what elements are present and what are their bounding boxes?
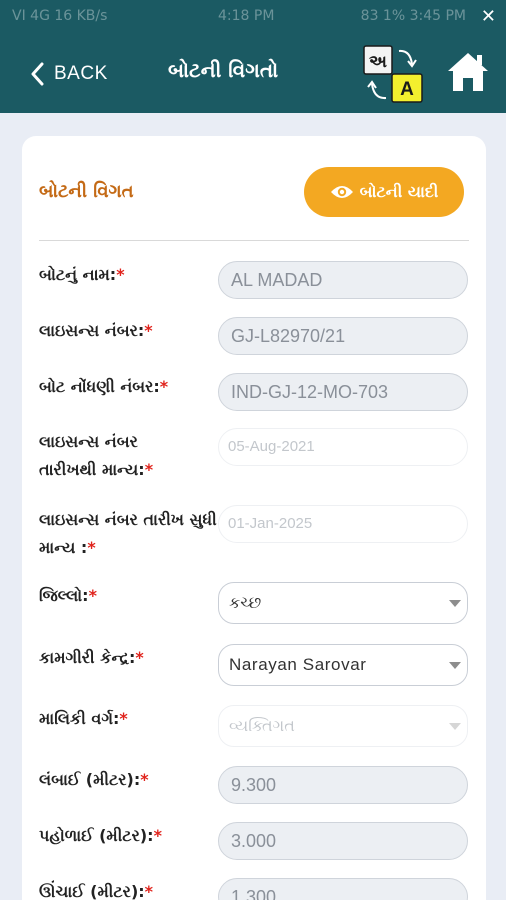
length-field[interactable]: 9.300	[218, 766, 468, 804]
page-title: બોટની વિગતો	[168, 58, 279, 82]
dropdown-caret-icon	[449, 600, 461, 607]
reg-no-label: બોટ નોંધણી નંબર:*	[39, 377, 169, 396]
dropdown-caret-icon	[449, 723, 461, 730]
width-field[interactable]: 3.000	[218, 822, 468, 860]
chevron-left-icon	[31, 62, 44, 86]
height-label: ઊંચાઈ (મીટર):*	[39, 882, 154, 900]
work-center-value: Narayan Sarovar	[229, 655, 367, 674]
work-center-label: કામગીરી કેન્દ્ર:*	[39, 648, 144, 667]
translate-glyph-gu: અ	[369, 52, 387, 72]
home-icon	[448, 53, 488, 91]
eye-icon	[330, 186, 353, 198]
boat-list-label: બોટની યાદી	[359, 182, 439, 201]
boat-details-card: બોટની વિગત બોટની યાદી બોટનું નામ:* AL MA…	[22, 136, 486, 900]
valid-from-date-field[interactable]: 05-Aug-2021	[218, 428, 468, 466]
owner-type-label: માલિકી વર્ગ:*	[39, 709, 128, 728]
boat-list-button[interactable]: બોટની યાદી	[304, 167, 464, 217]
license-no-label: લાઇસન્સ નંબર:*	[39, 321, 153, 340]
length-label: લંબાઈ (મીટર):*	[39, 770, 149, 789]
status-bar: VI 4G 16 KB/s 4:18 PM 83 1% 3:45 PM ✕	[0, 0, 506, 34]
boat-name-label: બોટનું નામ:*	[39, 265, 125, 284]
valid-to-date-field[interactable]: 01-Jan-2025	[218, 505, 468, 543]
boat-name-field[interactable]: AL MADAD	[218, 261, 468, 299]
owner-type-select[interactable]: વ્યક્તિગત	[218, 705, 468, 747]
section-title: બોટની વિગત	[39, 181, 134, 202]
home-button[interactable]	[446, 50, 490, 94]
owner-type-value: વ્યક્તિગત	[229, 716, 295, 735]
status-carrier: VI 4G 16 KB/s	[12, 8, 108, 24]
valid-from-label: લાઇસન્સ નંબર તારીખથી માન્ય:*	[39, 432, 154, 479]
status-battery: 83 1% 3:45 PM	[360, 8, 466, 24]
dropdown-caret-icon	[449, 662, 461, 669]
back-button[interactable]: BACK	[30, 60, 108, 88]
work-center-select[interactable]: Narayan Sarovar	[218, 644, 468, 686]
close-icon[interactable]: ✕	[481, 6, 496, 27]
district-label: જિલ્લો:*	[39, 586, 97, 605]
valid-to-label: લાઇસન્સ નંબર તારીખ સુધી માન્ય :*	[39, 510, 217, 557]
status-time: 4:18 PM	[218, 8, 275, 24]
app-bar: BACK બોટની વિગતો અ A	[0, 34, 506, 113]
back-label: BACK	[54, 63, 108, 84]
district-value: કચ્છ	[229, 593, 262, 612]
translate-icon: અ A	[363, 45, 423, 103]
reg-no-field[interactable]: IND-GJ-12-MO-703	[218, 373, 468, 411]
district-select[interactable]: કચ્છ	[218, 582, 468, 624]
height-field[interactable]: 1.300	[218, 878, 468, 900]
translate-glyph-en: A	[400, 79, 414, 100]
translate-button[interactable]: અ A	[362, 44, 426, 104]
license-no-field[interactable]: GJ-L82970/21	[218, 317, 468, 355]
divider	[39, 240, 469, 241]
width-label: પહોળાઈ (મીટર):*	[39, 826, 162, 845]
